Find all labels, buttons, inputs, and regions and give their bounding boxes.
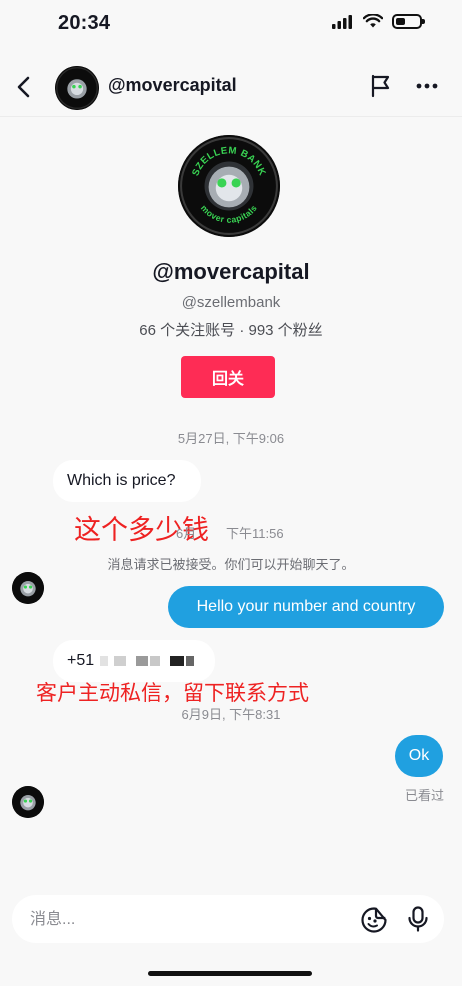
more-horizontal-icon[interactable] <box>414 73 440 99</box>
chevron-left-icon[interactable] <box>12 74 38 100</box>
message-avatar[interactable] <box>12 572 44 604</box>
redacted-block <box>186 656 195 666</box>
phone-number-prefix: +51 <box>67 652 95 669</box>
status-time: 20:34 <box>58 12 111 34</box>
profile-handle: @szellembank <box>181 294 281 311</box>
outgoing-message[interactable]: Ok <box>395 735 443 777</box>
header-username[interactable]: @movercapital <box>108 75 237 96</box>
profile-name: @movercapital <box>152 259 310 284</box>
cellular-signal-icon <box>332 14 352 29</box>
timestamp: 6月9日, 下午8:31 <box>181 707 281 722</box>
wifi-icon <box>363 14 383 28</box>
redacted-block <box>150 656 161 666</box>
home-indicator[interactable] <box>148 971 312 976</box>
system-note: 消息请求已被接受。你们可以开始聊天了。 <box>107 557 355 572</box>
incoming-message[interactable]: +51 <box>53 640 215 682</box>
redacted-block <box>170 656 185 666</box>
redacted-block <box>100 656 109 666</box>
microphone-icon[interactable] <box>404 905 432 933</box>
profile-avatar[interactable]: SZELLEM BANK mover capitals <box>178 135 280 237</box>
outgoing-message[interactable]: Hello your number and country <box>168 586 444 628</box>
timestamp: 下午11:56 <box>226 526 284 541</box>
redacted-block <box>114 656 127 666</box>
flag-icon[interactable] <box>368 73 394 99</box>
emoji-sticker-icon[interactable] <box>360 906 388 934</box>
seen-status: 已看过 <box>405 788 445 803</box>
timestamp-prefix: 6月 <box>176 526 197 541</box>
battery-icon <box>392 14 425 29</box>
redacted-block <box>136 656 149 666</box>
incoming-message[interactable]: Which is price? <box>53 460 201 502</box>
timestamp: 5月27日, 下午9:06 <box>177 431 285 446</box>
message-input[interactable] <box>28 895 332 945</box>
message-input-bar <box>12 895 444 945</box>
annotation-text: 客户主动私信，留下联系方式 <box>36 682 309 705</box>
status-icons <box>332 14 425 29</box>
header-avatar[interactable] <box>55 66 99 110</box>
chat-header: @movercapital <box>0 58 462 117</box>
follow-back-button[interactable]: 回关 <box>181 356 275 398</box>
message-avatar[interactable] <box>12 786 44 818</box>
profile-stats[interactable]: 66 个关注账号 · 993 个粉丝 <box>0 319 462 340</box>
